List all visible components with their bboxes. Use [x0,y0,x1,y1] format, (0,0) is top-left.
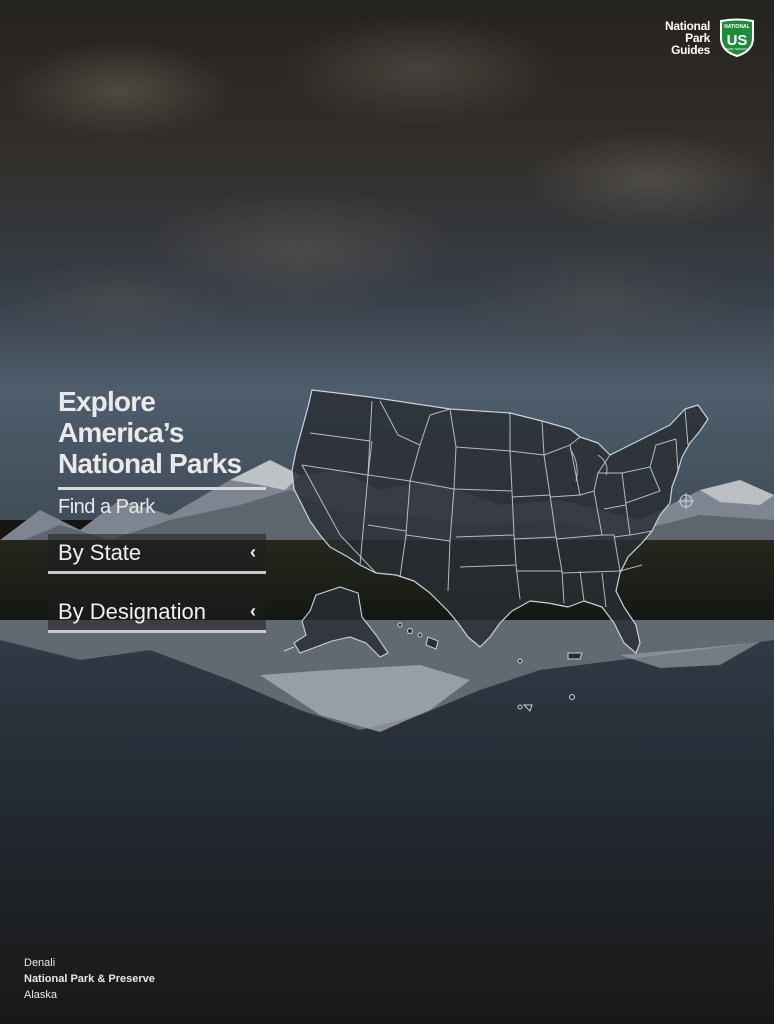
alaska-shape[interactable] [293,586,389,658]
title-divider [58,487,266,490]
brand-wordmark: National Park Guides [665,19,710,57]
by-designation-button[interactable]: By Designation ‹ [48,593,266,633]
chevron-left-icon: ‹ [250,601,256,621]
find-park-heading: Find a Park [58,496,155,518]
hawaii-islands[interactable] [397,622,439,650]
shield-bottom-text: PARK SERVICE [726,47,748,51]
photo-caption: Denali National Park & Preserve Alaska [24,955,155,1003]
us-shield-icon: NATIONAL US PARK SERVICE [720,18,754,58]
caption-state: Alaska [24,989,58,1001]
chevron-left-icon: ‹ [250,542,256,562]
brand-logo[interactable]: National Park Guides NATIONAL US PARK SE… [665,18,756,58]
us-territories[interactable] [517,652,583,712]
aleutian-islands [283,646,295,652]
page-title: Explore America’s National Parks [58,386,242,479]
find-park-panel: Explore America’s National Parks Find a … [48,386,268,633]
by-designation-label: By Designation [58,598,206,624]
by-state-button[interactable]: By State ‹ [48,534,266,574]
caption-park-name: Denali [24,957,56,969]
app-screen: National Park Guides NATIONAL US PARK SE… [0,0,774,1024]
shield-top-text: NATIONAL [724,24,749,30]
compass-icon [678,493,694,509]
caption-designation: National Park & Preserve [24,973,155,985]
us-states-map[interactable] [280,385,720,715]
by-state-label: By State [58,539,142,565]
